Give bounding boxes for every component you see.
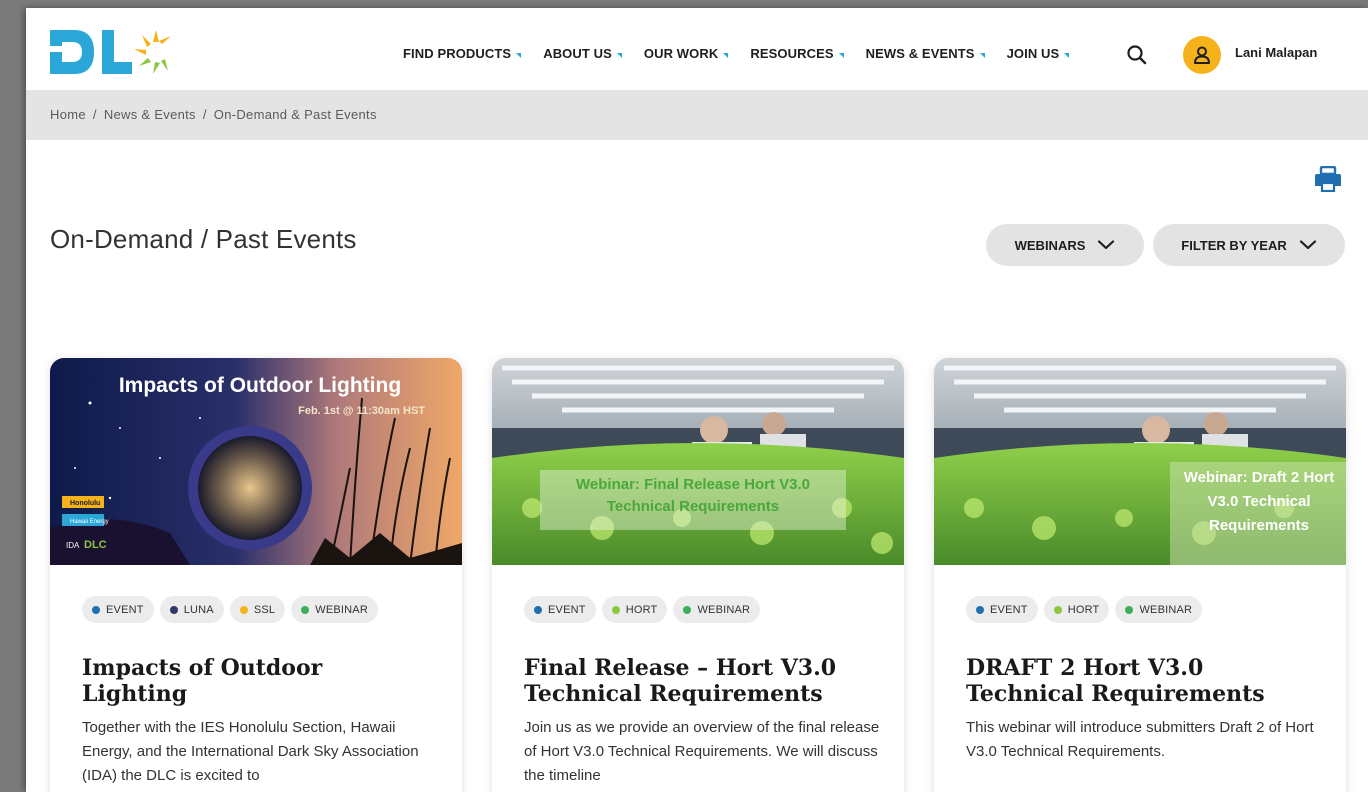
tag-label: WEBINAR [315, 603, 368, 616]
nav-resources[interactable]: RESOURCES [750, 46, 844, 61]
main-nav: FIND PRODUCTS ABOUT US OUR WORK RESOURCE… [403, 46, 1091, 61]
image-subtitle: Feb. 1st @ 11:30am HST [298, 405, 425, 417]
nav-join-us[interactable]: JOIN US [1007, 46, 1070, 61]
dropdown-caret-icon [838, 53, 844, 58]
image-overlay-text: Webinar: Final Release Hort V3.0 Technic… [576, 476, 810, 515]
tag-list: EVENT LUNA SSL WEBINAR [82, 596, 384, 623]
filter-label: FILTER BY YEAR [1181, 237, 1287, 253]
tag-list: EVENT HORT WEBINAR [524, 596, 766, 623]
tag-dot [534, 605, 542, 614]
tag-dot [1053, 605, 1062, 614]
breadcrumb-separator: / [92, 107, 97, 122]
dropdown-caret-icon [723, 53, 729, 58]
dropdown-caret-icon [516, 53, 522, 58]
tag-label: HORT [1067, 603, 1100, 616]
site-header: FIND PRODUCTS ABOUT US OUR WORK RESOURCE… [26, 8, 1368, 90]
image-logo-text: DLC [84, 539, 107, 551]
browser-page: FIND PRODUCTS ABOUT US OUR WORK RESOURCE… [26, 8, 1368, 792]
event-card[interactable]: Impacts of Outdoor Lighting Feb. 1st @ 1… [50, 358, 462, 792]
breadcrumb: Home / News & Events / On-Demand & Past … [50, 107, 377, 122]
tag-hort[interactable]: HORT [601, 596, 668, 623]
tag-webinar[interactable]: WEBINAR [291, 596, 378, 623]
tag-event[interactable]: EVENT [524, 596, 596, 623]
tag-label: EVENT [106, 603, 144, 616]
tag-dot [611, 605, 620, 614]
image-overlay-text: Webinar: Draft 2 Hort V3.0 Technical Req… [1183, 469, 1335, 534]
tag-label: LUNA [183, 603, 214, 616]
breadcrumb-separator: / [202, 107, 207, 122]
tag-dot [1125, 605, 1134, 614]
tag-label: EVENT [548, 603, 586, 616]
tag-label: WEBINAR [1139, 603, 1193, 616]
tag-ssl[interactable]: SSL [229, 596, 286, 623]
image-title: Impacts of Outdoor Lighting [119, 374, 401, 397]
nav-label: ABOUT US [543, 46, 612, 61]
chevron-down-icon [1299, 240, 1316, 250]
nav-news-events[interactable]: NEWS & EVENTS [866, 46, 985, 61]
dlc-logo[interactable] [48, 26, 178, 78]
tag-luna[interactable]: LUNA [159, 596, 224, 623]
dropdown-caret-icon [616, 53, 622, 58]
user-name[interactable]: Lani Malapan [1235, 45, 1317, 60]
tag-dot [239, 605, 248, 614]
tag-dot [301, 605, 310, 614]
nav-label: FIND PRODUCTS [403, 46, 512, 61]
tag-label: EVENT [990, 603, 1028, 616]
tag-event[interactable]: EVENT [82, 596, 154, 623]
tag-dot [683, 605, 692, 614]
card-description: Together with the IES Honolulu Section, … [82, 719, 419, 784]
nav-label: JOIN US [1006, 46, 1060, 61]
tag-dot [92, 605, 100, 614]
image-logo-text: Hawaii Energy [70, 519, 109, 525]
tag-label: WEBINAR [697, 603, 751, 616]
event-card-image[interactable]: Webinar: Draft 2 Hort V3.0 Technical Req… [934, 358, 1346, 565]
nav-find-products[interactable]: FIND PRODUCTS [403, 46, 522, 61]
image-logo-text: IDA [66, 541, 80, 550]
card-title[interactable]: Final Release – Hort V3.0 Technical Requ… [524, 655, 874, 707]
nav-our-work[interactable]: OUR WORK [643, 46, 729, 61]
nav-label: RESOURCES [750, 46, 834, 61]
tag-dot [169, 605, 178, 614]
nav-about-us[interactable]: ABOUT US [543, 46, 622, 61]
webinars-filter-dropdown[interactable]: WEBINARS [986, 224, 1144, 266]
breadcrumb-news-events[interactable]: News & Events [104, 107, 196, 122]
user-icon [1194, 46, 1210, 64]
nav-label: NEWS & EVENTS [865, 46, 975, 61]
user-avatar[interactable] [1183, 36, 1221, 74]
breadcrumb-home[interactable]: Home [50, 107, 86, 122]
filter-label: WEBINARS [1014, 237, 1086, 253]
event-card-image[interactable]: Impacts of Outdoor Lighting Feb. 1st @ 1… [50, 358, 462, 565]
search-icon[interactable] [1126, 44, 1148, 66]
breadcrumb-bar: Home / News & Events / On-Demand & Past … [26, 90, 1368, 140]
chevron-down-icon [1098, 240, 1115, 250]
card-description: Join us as we provide an overview of the… [524, 719, 880, 784]
dropdown-caret-icon [1064, 53, 1070, 58]
card-title[interactable]: DRAFT 2 Hort V3.0 Technical Requirements [966, 655, 1316, 707]
tag-label: SSL [253, 603, 276, 616]
year-filter-dropdown[interactable]: FILTER BY YEAR [1153, 224, 1345, 266]
tag-webinar[interactable]: WEBINAR [1115, 596, 1203, 623]
tag-webinar[interactable]: WEBINAR [673, 596, 761, 623]
page-title: On-Demand / Past Events [50, 224, 357, 254]
event-card-image[interactable]: Webinar: Final Release Hort V3.0 Technic… [492, 358, 904, 565]
tag-label: HORT [625, 603, 658, 616]
print-icon[interactable] [1314, 166, 1342, 192]
tag-list: EVENT HORT WEBINAR [966, 596, 1208, 623]
card-description: This webinar will introduce submitters D… [966, 719, 1314, 760]
tag-hort[interactable]: HORT [1043, 596, 1110, 623]
tag-event[interactable]: EVENT [966, 596, 1038, 623]
nav-label: OUR WORK [643, 46, 719, 61]
breadcrumb-current: On-Demand & Past Events [213, 107, 377, 122]
event-card[interactable]: Webinar: Final Release Hort V3.0 Technic… [492, 358, 904, 792]
event-card[interactable]: Webinar: Draft 2 Hort V3.0 Technical Req… [934, 358, 1346, 792]
image-logo-text: Honolulu [70, 500, 100, 507]
dropdown-caret-icon [979, 53, 985, 58]
card-title[interactable]: Impacts of Outdoor Lighting [82, 655, 432, 707]
tag-dot [976, 605, 984, 614]
